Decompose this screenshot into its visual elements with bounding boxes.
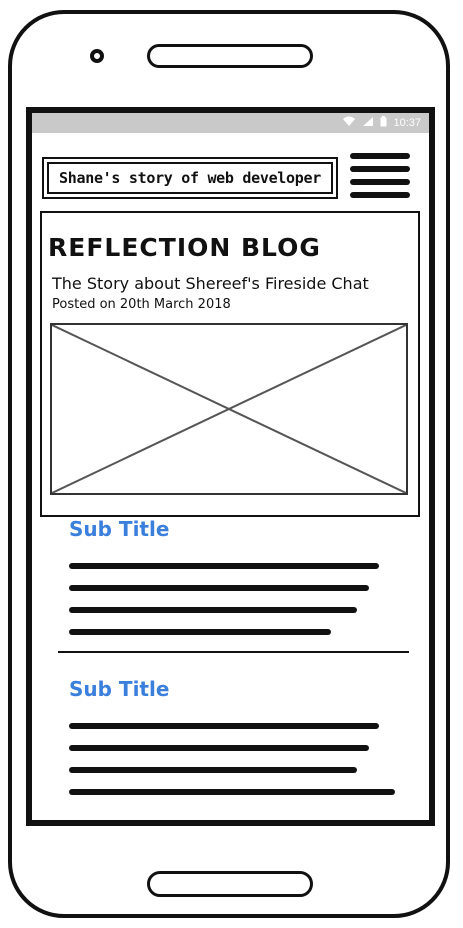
speaker-grille	[147, 44, 313, 68]
battery-icon	[380, 116, 387, 130]
camera-icon	[90, 49, 104, 63]
section-divider	[58, 651, 409, 653]
text-line-placeholder	[69, 563, 379, 569]
signal-icon	[362, 116, 374, 130]
text-line-placeholder	[69, 629, 331, 635]
status-bar: 10:37	[32, 113, 429, 133]
image-placeholder	[50, 323, 408, 495]
screen: 10:37 Shane's story of web developer REF…	[26, 107, 435, 826]
hamburger-menu-icon[interactable]	[350, 153, 410, 199]
text-line-placeholder	[69, 789, 395, 795]
text-line-placeholder	[69, 767, 357, 773]
blog-title: REFLECTION BLOG	[48, 233, 321, 262]
section-subtitle: Sub Title	[69, 677, 170, 701]
text-line-placeholder	[69, 585, 369, 591]
text-line-placeholder	[69, 723, 379, 729]
wifi-icon	[342, 116, 356, 130]
post-title[interactable]: The Story about Shereef's Fireside Chat	[52, 274, 369, 293]
site-title: Shane's story of web developer	[59, 169, 321, 187]
home-button[interactable]	[147, 871, 313, 897]
section-subtitle: Sub Title	[69, 517, 170, 541]
post-date: Posted on 20th March 2018	[52, 297, 231, 312]
text-line-placeholder	[69, 745, 369, 751]
status-time: 10:37	[393, 117, 421, 129]
site-title-box[interactable]: Shane's story of web developer	[42, 157, 338, 199]
text-line-placeholder	[69, 607, 357, 613]
